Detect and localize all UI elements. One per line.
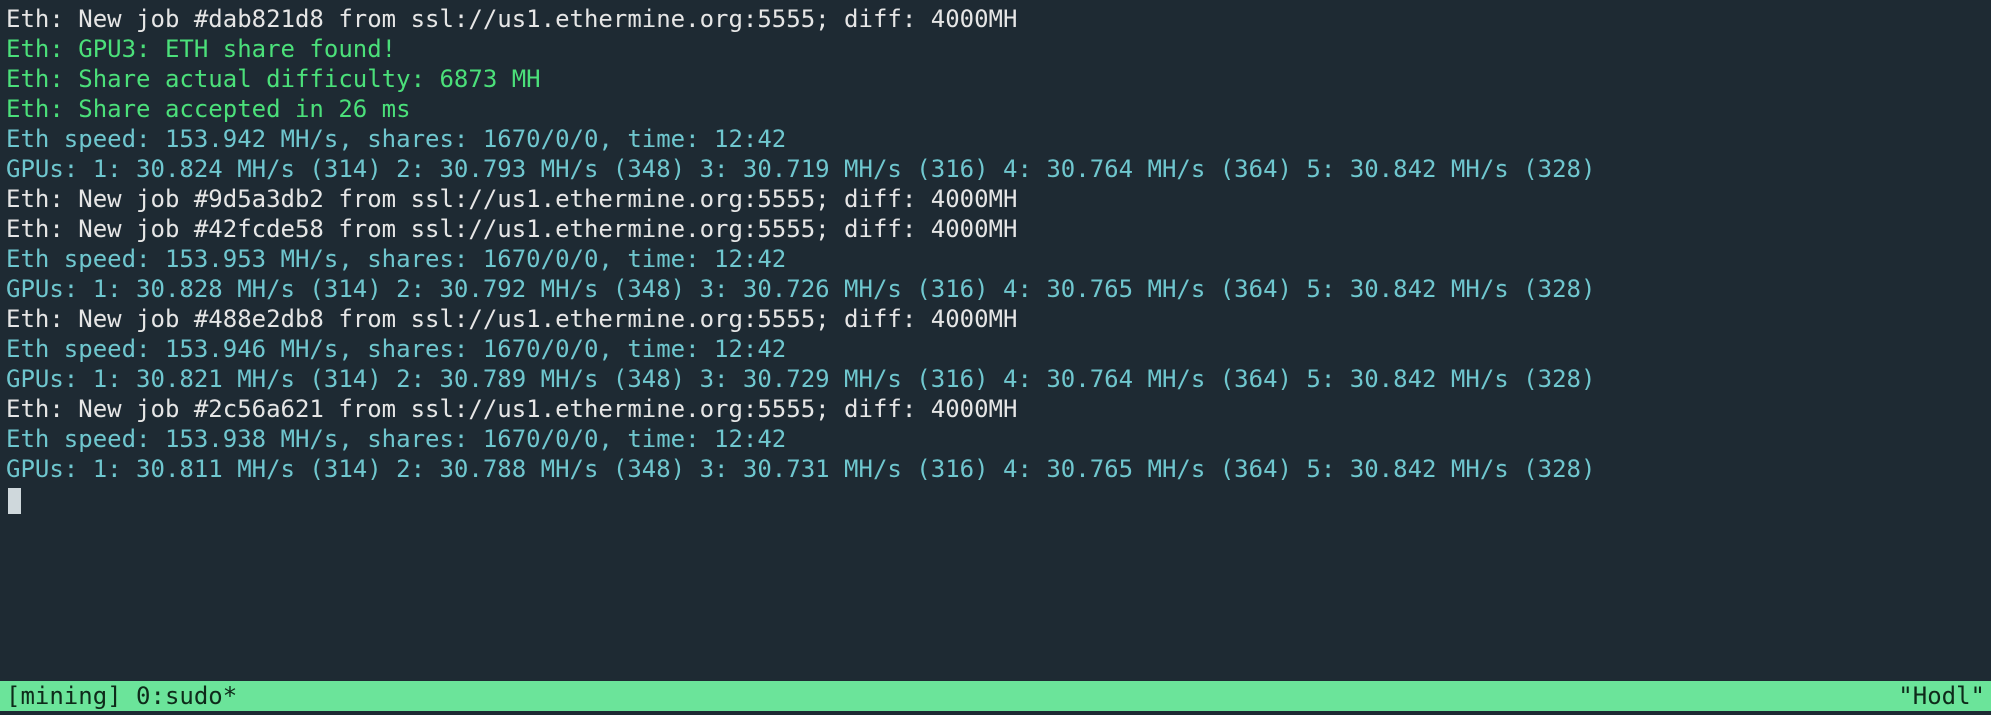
terminal-line: Eth: New job #9d5a3db2 from ssl://us1.et… — [6, 184, 1985, 214]
statusbar-right: "Hodl" — [1898, 681, 1985, 711]
terminal-line: GPUs: 1: 30.811 MH/s (314) 2: 30.788 MH/… — [6, 454, 1985, 484]
tmux-statusbar: [mining] 0:sudo* "Hodl" — [0, 681, 1991, 711]
terminal-window[interactable]: Eth: New job #dab821d8 from ssl://us1.et… — [0, 0, 1991, 715]
cursor-icon — [8, 488, 21, 514]
terminal-output: Eth: New job #dab821d8 from ssl://us1.et… — [0, 0, 1991, 514]
terminal-line: GPUs: 1: 30.821 MH/s (314) 2: 30.789 MH/… — [6, 364, 1985, 394]
terminal-line: Eth speed: 153.946 MH/s, shares: 1670/0/… — [6, 334, 1985, 364]
terminal-line: GPUs: 1: 30.824 MH/s (314) 2: 30.793 MH/… — [6, 154, 1985, 184]
terminal-line: Eth speed: 153.938 MH/s, shares: 1670/0/… — [6, 424, 1985, 454]
terminal-line: GPUs: 1: 30.828 MH/s (314) 2: 30.792 MH/… — [6, 274, 1985, 304]
terminal-line: Eth speed: 153.953 MH/s, shares: 1670/0/… — [6, 244, 1985, 274]
terminal-line: Eth: New job #2c56a621 from ssl://us1.et… — [6, 394, 1985, 424]
cursor-line — [6, 484, 1985, 514]
terminal-line: Eth: New job #dab821d8 from ssl://us1.et… — [6, 4, 1985, 34]
terminal-line: Eth: Share actual difficulty: 6873 MH — [6, 64, 1985, 94]
terminal-line: Eth: New job #42fcde58 from ssl://us1.et… — [6, 214, 1985, 244]
terminal-line: Eth speed: 153.942 MH/s, shares: 1670/0/… — [6, 124, 1985, 154]
terminal-line: Eth: New job #488e2db8 from ssl://us1.et… — [6, 304, 1985, 334]
terminal-line: Eth: GPU3: ETH share found! — [6, 34, 1985, 64]
terminal-line: Eth: Share accepted in 26 ms — [6, 94, 1985, 124]
statusbar-left: [mining] 0:sudo* — [6, 681, 237, 711]
